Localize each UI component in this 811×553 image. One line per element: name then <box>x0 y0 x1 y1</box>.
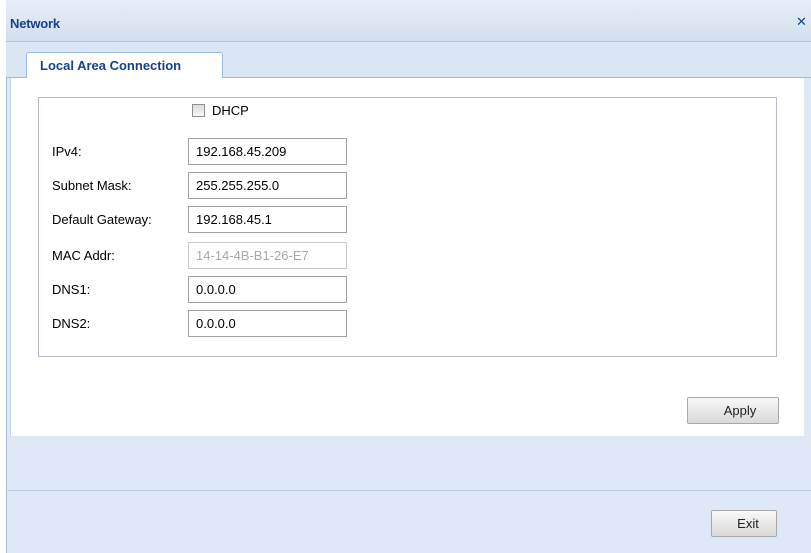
mac-addr-field <box>188 242 347 269</box>
close-icon[interactable]: ✕ <box>796 15 809 30</box>
dhcp-label: DHCP <box>212 103 249 118</box>
dns2-label: DNS2: <box>52 316 91 331</box>
window-title: Network <box>10 16 60 31</box>
default-gateway-label: Default Gateway: <box>52 212 152 227</box>
exit-button[interactable]: Exit <box>711 510 777 537</box>
apply-button[interactable]: Apply <box>687 397 779 424</box>
dhcp-checkbox[interactable] <box>192 104 205 117</box>
dns2-field[interactable] <box>188 310 347 337</box>
footer-separator <box>6 490 811 491</box>
dns1-label: DNS1: <box>52 282 91 297</box>
network-settings-fieldset <box>38 97 777 357</box>
tab-local-area-connection[interactable]: Local Area Connection <box>26 52 223 79</box>
mac-addr-label: MAC Addr: <box>52 248 115 263</box>
ipv4-label: IPv4: <box>52 144 82 159</box>
network-window: Network ✕ Local Area Connection DHCP IPv… <box>0 0 811 553</box>
default-gateway-field[interactable] <box>188 206 347 233</box>
subnet-mask-label: Subnet Mask: <box>52 178 132 193</box>
tab-label: Local Area Connection <box>40 58 182 73</box>
ipv4-field[interactable] <box>188 138 347 165</box>
subnet-mask-field[interactable] <box>188 172 347 199</box>
title-bar: Network <box>6 0 811 42</box>
dns1-field[interactable] <box>188 276 347 303</box>
